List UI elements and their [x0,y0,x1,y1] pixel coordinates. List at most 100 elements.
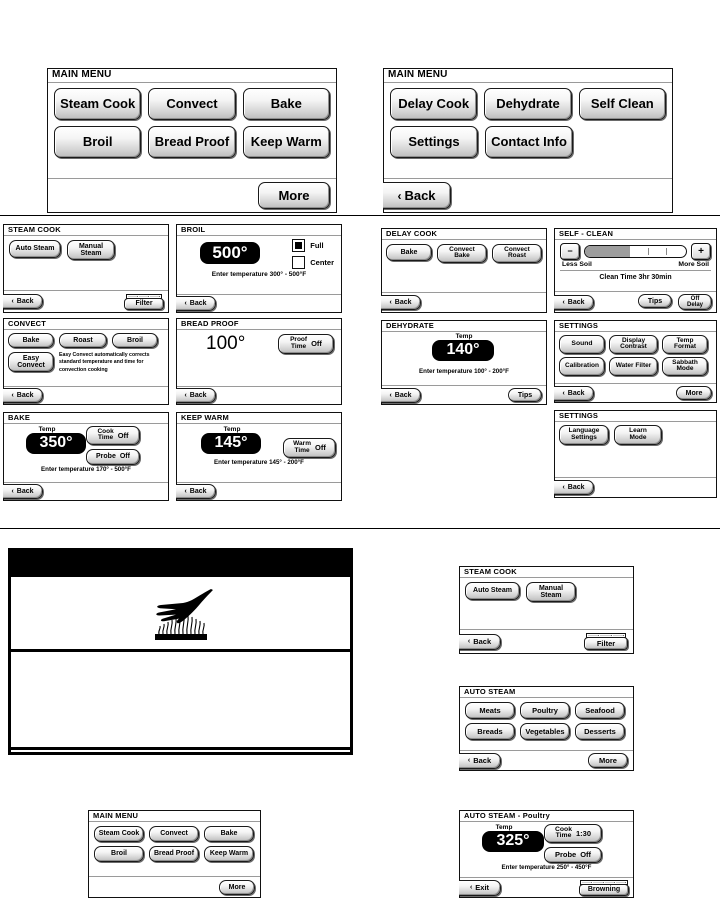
button-back-label: Back [404,188,436,203]
chevron-left-icon: ‹ [467,757,471,764]
checkbox-center[interactable] [292,255,306,269]
button-convect[interactable]: Convect [148,87,236,120]
button-breads[interactable]: Breads [465,722,515,740]
button-cook-time[interactable]: Cook Time 1:30 [544,823,602,843]
button-back[interactable]: ‹ Back [459,633,501,650]
main-menu-panel-1: MAIN MENU Steam Cook Convect Bake Broil … [47,68,337,213]
panel-title: BREAD PROOF [177,319,341,330]
panel-title: KEEP WARM [177,413,341,424]
button-bake[interactable]: Bake [204,825,254,842]
button-bread-proof[interactable]: Bread Proof [148,125,236,158]
button-filter[interactable]: Filter [584,637,628,650]
off-delay-line2: Delay [686,302,703,308]
button-sabbath-mode[interactable]: Sabbath Mode [662,356,708,376]
auto-steam-panel: AUTO STEAM Meats Poultry Seafood Breads … [459,686,634,771]
button-more[interactable]: More [676,386,712,400]
button-back[interactable]: ‹ Back [459,752,501,769]
main-menu-panel-3: MAIN MENU Steam Cook Convect Bake Broil … [88,810,261,898]
button-settings[interactable]: Settings [390,125,478,158]
button-language-settings[interactable]: Language Settings [559,424,609,445]
button-tips[interactable]: Tips [638,294,672,308]
button-exit[interactable]: ‹ Exit [459,879,501,896]
warning-bottom-rule [11,747,350,750]
button-temp-format[interactable]: Temp Format [662,334,708,354]
button-cook-time[interactable]: Cook Time Off [86,425,140,445]
button-back[interactable]: ‹ Back [3,484,43,499]
button-probe[interactable]: Probe Off [544,846,602,863]
button-more[interactable]: More [588,753,628,768]
dehydrate-temperature-hint: Enter temperature 100° - 200°F [419,367,509,375]
button-poultry[interactable]: Poultry [520,701,570,719]
button-steam-cook[interactable]: Steam Cook [54,87,142,120]
button-back[interactable]: ‹ Back [176,388,216,403]
button-back[interactable]: ‹ Back [383,182,451,209]
button-filter[interactable]: Filter [124,297,164,310]
button-back[interactable]: ‹ Back [3,388,43,403]
button-display-contrast[interactable]: Display Contrast [609,334,658,354]
button-back[interactable]: ‹ Back [381,387,421,403]
convect-panel: CONVECT Bake Roast Broil Easy Convect Ea… [3,318,169,405]
button-back[interactable]: ‹ Back [176,296,216,311]
button-seafood[interactable]: Seafood [575,701,625,719]
panel-title: BROIL [177,225,341,236]
button-back[interactable]: ‹ Back [176,484,216,499]
button-back[interactable]: ‹ Back [554,294,594,310]
button-steam-cook[interactable]: Steam Cook [94,825,144,842]
button-convect-bake[interactable]: Bake [8,332,54,348]
soil-level-slider[interactable] [584,244,687,258]
dehydrate-panel: DEHYDRATE Temp 140° Enter temperature 10… [381,320,547,405]
button-delay-convect-roast[interactable]: Convect Roast [492,243,542,263]
button-tips[interactable]: Tips [508,388,542,402]
button-probe[interactable]: Probe Off [86,448,140,465]
button-manual-steam[interactable]: Manual Steam [526,581,576,602]
button-delay-bake[interactable]: Bake [386,243,432,261]
button-back[interactable]: ‹ Back [554,385,594,401]
probe-label: Probe [96,453,116,461]
button-delay-convect-bake[interactable]: Convect Bake [437,243,487,263]
checkbox-full[interactable] [292,238,306,252]
button-convect-broil[interactable]: Broil [112,332,158,348]
button-proof-time[interactable]: Proof Time Off [278,333,334,354]
button-vegetables[interactable]: Vegetables [520,722,570,740]
button-bake[interactable]: Bake [242,87,330,120]
button-broil[interactable]: Broil [94,845,144,862]
button-broil[interactable]: Broil [54,125,142,158]
button-dehydrate[interactable]: Dehydrate [484,87,572,120]
button-convect-roast[interactable]: Roast [59,332,107,348]
button-manual-steam[interactable]: Manual Steam [67,239,115,260]
broil-panel: BROIL 500° Full Center Enter temperature… [176,224,342,313]
button-keep-warm[interactable]: Keep Warm [204,845,254,862]
button-back[interactable]: ‹ Back [554,480,594,495]
button-decrease-soil[interactable]: − [560,242,580,260]
button-browning[interactable]: Browning [579,883,629,896]
button-back[interactable]: ‹ Back [381,295,421,310]
button-bread-proof[interactable]: Bread Proof [149,845,199,862]
button-water-filter[interactable]: Water Filter [609,356,658,376]
button-desserts[interactable]: Desserts [575,722,625,740]
button-contact-info[interactable]: Contact Info [485,125,573,158]
button-back[interactable]: ‹ Back [3,294,43,309]
warm-time-value: Off [314,443,326,453]
button-meats[interactable]: Meats [465,701,515,719]
button-more[interactable]: More [219,879,255,895]
chevron-left-icon: ‹ [467,638,471,645]
button-sound[interactable]: Sound [559,334,605,354]
button-increase-soil[interactable]: + [691,242,711,260]
button-easy-convect[interactable]: Easy Convect [8,351,54,372]
button-self-clean[interactable]: Self Clean [578,87,666,120]
button-easy-convect-line2: Convect [17,361,45,369]
button-keep-warm[interactable]: Keep Warm [242,125,330,158]
bread-proof-panel: BREAD PROOF 100° Proof Time Off ‹ Back [176,318,342,405]
button-auto-steam[interactable]: Auto Steam [9,239,61,258]
button-warm-time[interactable]: Warm Time Off [283,437,336,458]
button-delay-cook[interactable]: Delay Cook [390,87,478,120]
button-more[interactable]: More [258,182,330,209]
button-off-delay[interactable]: Off Delay [678,294,712,310]
button-learn-mode[interactable]: Learn Mode [614,424,662,445]
easy-convect-info-text: Easy Convect automatically corrects stan… [59,351,150,373]
button-back-label: Back [567,389,585,397]
button-back-label: Back [189,392,207,399]
button-auto-steam[interactable]: Auto Steam [465,581,520,600]
button-calibration[interactable]: Calibration [559,356,605,376]
button-convect[interactable]: Convect [149,825,199,842]
